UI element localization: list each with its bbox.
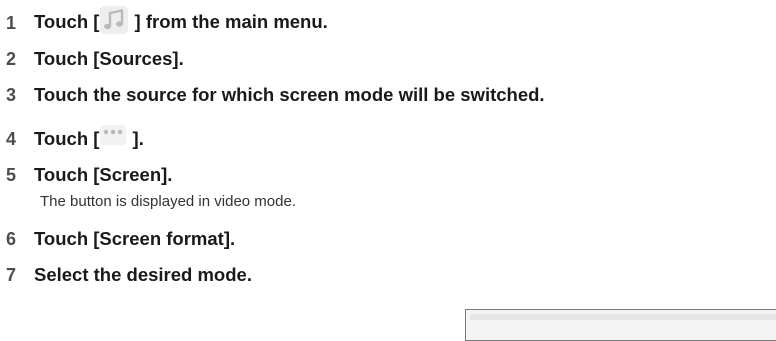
step-number: 2 [6, 48, 17, 69]
step-text: Touch [Sources]. [34, 48, 184, 69]
step-text-before-icon: Touch [ [34, 127, 100, 149]
step-5: 5 Touch [Screen]. [6, 158, 172, 192]
step-2: 2 Touch [Sources]. [6, 42, 184, 76]
step-text: Touch [ ] from the main menu. [34, 6, 328, 37]
step-text: Touch the source for which screen mode w… [34, 84, 545, 105]
step-number: 5 [6, 164, 17, 185]
step-text-before-icon: Touch [ [34, 10, 100, 32]
step-number: 7 [6, 264, 17, 285]
step-number: 3 [6, 84, 17, 105]
step-6: 6 Touch [Screen format]. [6, 222, 235, 256]
more-dots-icon-graphic [104, 129, 123, 135]
step-text: Select the desired mode. [34, 264, 252, 285]
step-5-note: The button is displayed in video mode. [40, 193, 296, 210]
step-number: 6 [6, 228, 17, 249]
step-text-after-icon: ] from the main menu. [129, 10, 328, 32]
step-text: Touch [ ]. [34, 125, 144, 150]
step-4: 4 Touch [ ]. [6, 122, 144, 156]
step-text-after-icon: ]. [127, 127, 144, 149]
step-7: 7 Select the desired mode. [6, 258, 252, 292]
more-dots-icon [100, 125, 127, 146]
step-1: 1 Touch [ ] from the main menu. [6, 6, 328, 40]
step-number: 4 [6, 128, 17, 149]
music-note-icon-graphic [104, 9, 124, 30]
step-text: Touch [Screen]. [34, 164, 173, 185]
music-note-icon [100, 6, 129, 34]
step-3: 3 Touch the source for which screen mode… [6, 78, 545, 112]
illustration-header-bar [470, 314, 776, 320]
step-text: Touch [Screen format]. [34, 228, 236, 249]
step-number: 1 [6, 12, 17, 33]
screen-format-illustration-frame [465, 309, 776, 341]
